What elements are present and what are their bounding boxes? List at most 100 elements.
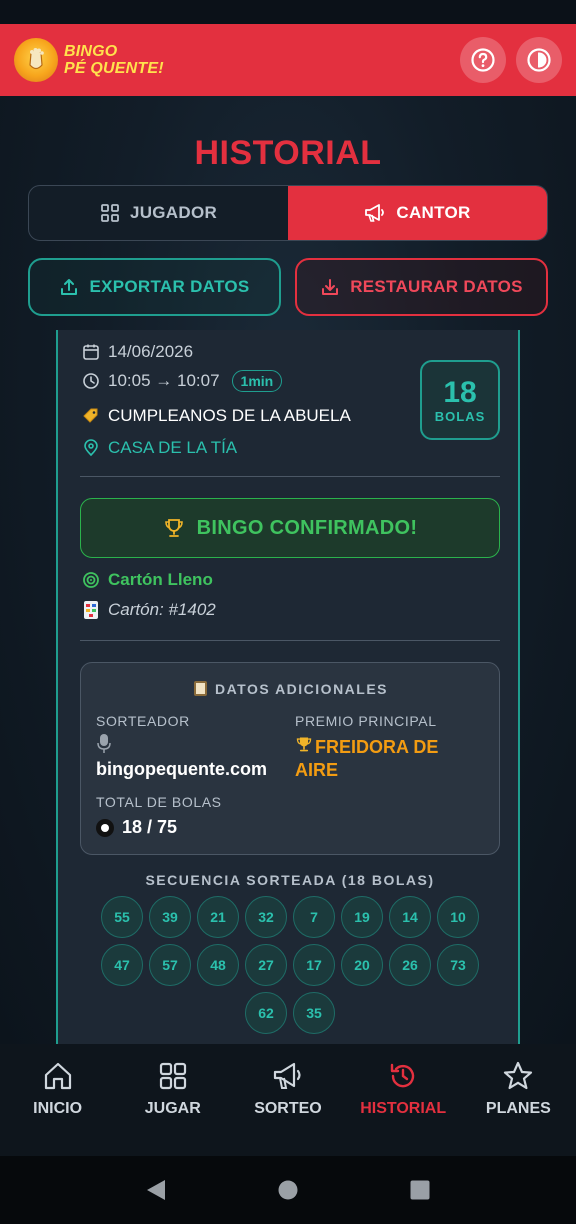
page-title: HISTORIAL [194, 134, 382, 172]
drawer-label: SORTEADOR [96, 713, 190, 729]
nav-label: PLANES [485, 1100, 551, 1117]
location-pin-icon [84, 439, 98, 457]
clipboard-icon [193, 681, 207, 696]
drawer-value: bingopequente.com [96, 759, 267, 779]
drawn-ball: 17 [293, 944, 335, 986]
header-actions [460, 37, 562, 83]
drawn-ball: 20 [341, 944, 383, 986]
bingo-confirmed-banner: BINGO CONFIRMADO! [80, 498, 500, 558]
game-time-range: 10:05 → 10:07 [108, 371, 220, 390]
nav-label: INICIO [33, 1100, 83, 1117]
nav-sorteo[interactable]: SORTEO [230, 1060, 345, 1118]
drawn-ball: 39 [149, 896, 191, 938]
nav-historial[interactable]: HISTORIAL [346, 1060, 461, 1118]
prize-trophy-icon [295, 735, 315, 759]
restore-data-button[interactable]: RESTAURAR DATOS [295, 258, 548, 316]
drawn-ball: 7 [293, 896, 335, 938]
event-name: CUMPLEANOS DE LA ABUELA [108, 406, 351, 425]
history-icon [390, 1063, 415, 1088]
pattern-name: Cartón Lleno [108, 570, 213, 589]
nav-label: HISTORIAL [360, 1100, 447, 1117]
bingo-result: BINGO CONFIRMADO! [196, 516, 418, 539]
sequence-title: SECUENCIA SORTEADA (18 BOLAS) [145, 872, 435, 888]
location-name: CASA DE LA TÍA [108, 438, 238, 457]
additional-data-title: DATOS ADICIONALES [81, 681, 501, 697]
recents-icon[interactable] [409, 1179, 431, 1201]
drawn-ball: 35 [293, 992, 335, 1034]
drawn-ball: 57 [149, 944, 191, 986]
foot-logo-icon [14, 38, 58, 82]
total-balls-value: 18 / 75 [122, 817, 178, 837]
megaphone-icon [365, 204, 385, 222]
additional-data-label: DATOS ADICIONALES [214, 681, 389, 697]
balls-count-box: 18 BOLAS [420, 360, 500, 440]
home-icon [44, 1062, 71, 1090]
additional-data-panel: DATOS ADICIONALES SORTEADOR bingopequent… [80, 662, 500, 855]
drawn-ball: 10 [437, 896, 479, 938]
brand-line1: BINGO [64, 43, 118, 60]
nav-jugar[interactable]: JUGAR [115, 1060, 230, 1118]
home-circle-icon[interactable] [277, 1179, 299, 1201]
game-time-row: 10:05 → 10:07 1min [82, 370, 283, 392]
calendar-icon [83, 344, 99, 360]
brand-line2: PÉ QUENTE! [64, 60, 164, 77]
drawn-ball: 27 [245, 944, 287, 986]
contrast-icon [527, 48, 551, 72]
nav-label: SORTEO [254, 1100, 322, 1117]
duration-badge: 1min [231, 370, 283, 392]
app-header: BINGO PÉ QUENTE! [0, 24, 576, 96]
history-content[interactable]: HISTORIAL JUGADOR CANTOR EXPORTAR DATOS … [0, 96, 576, 1044]
brand-name: BINGO PÉ QUENTE! [64, 43, 164, 77]
back-icon[interactable] [145, 1178, 167, 1202]
tab-jugador[interactable]: JUGADOR [29, 186, 288, 240]
card-row: Cartón: #1402 [82, 600, 216, 620]
trophy-icon [164, 519, 183, 537]
grid-icon [159, 1062, 186, 1090]
microphone-icon [97, 733, 111, 760]
star-icon [504, 1061, 533, 1090]
prize-label: PREMIO PRINCIPAL [295, 713, 437, 729]
clock-icon [83, 373, 99, 389]
drawn-ball: 32 [245, 896, 287, 938]
nav-inicio[interactable]: INICIO [0, 1060, 115, 1118]
drawn-ball: 73 [437, 944, 479, 986]
prize-text: FREIDORA DE AIRE [295, 737, 439, 780]
export-label: EXPORTAR DATOS [89, 277, 250, 296]
help-icon [471, 48, 495, 72]
tab-label: CANTOR [396, 203, 471, 222]
export-data-button[interactable]: EXPORTAR DATOS [28, 258, 281, 316]
theme-toggle-button[interactable] [516, 37, 562, 83]
total-balls-row: 18 / 75 [96, 817, 177, 838]
bottom-navigation: INICIO JUGAR SORTEO HISTORIAL PLANES [0, 1044, 576, 1156]
prize-value: FREIDORA DE AIRE [295, 735, 475, 782]
divider [80, 640, 500, 641]
nav-planes[interactable]: PLANES [461, 1060, 576, 1118]
drawn-ball: 14 [389, 896, 431, 938]
game-date-row: 14/06/2026 [82, 342, 193, 362]
drawn-ball: 21 [197, 896, 239, 938]
grid-icon [101, 204, 119, 222]
role-tabs: JUGADOR CANTOR [28, 185, 548, 241]
upload-icon [61, 279, 78, 295]
pattern-row: Cartón Lleno [82, 570, 213, 590]
target-icon [83, 572, 99, 588]
status-bar [0, 0, 576, 24]
balls-count: 18 [443, 375, 477, 409]
help-button[interactable] [460, 37, 506, 83]
drawn-ball: 47 [101, 944, 143, 986]
download-icon [322, 279, 339, 295]
system-navigation-bar [0, 1156, 576, 1224]
tab-cantor[interactable]: CANTOR [288, 186, 547, 240]
eight-ball-icon [96, 818, 114, 837]
location-row: CASA DE LA TÍA [82, 438, 237, 458]
nav-label: JUGAR [144, 1100, 201, 1117]
balls-count-label: BOLAS [434, 408, 486, 424]
brand[interactable]: BINGO PÉ QUENTE! [14, 38, 164, 82]
drawn-ball: 48 [197, 944, 239, 986]
restore-label: RESTAURAR DATOS [350, 277, 523, 296]
drawn-ball: 62 [245, 992, 287, 1034]
divider [80, 476, 500, 477]
drawn-ball: 19 [341, 896, 383, 938]
tag-icon [83, 408, 98, 423]
game-history-card[interactable]: 14/06/2026 10:05 → 10:07 1min CUMPLEANOS… [56, 330, 520, 1044]
